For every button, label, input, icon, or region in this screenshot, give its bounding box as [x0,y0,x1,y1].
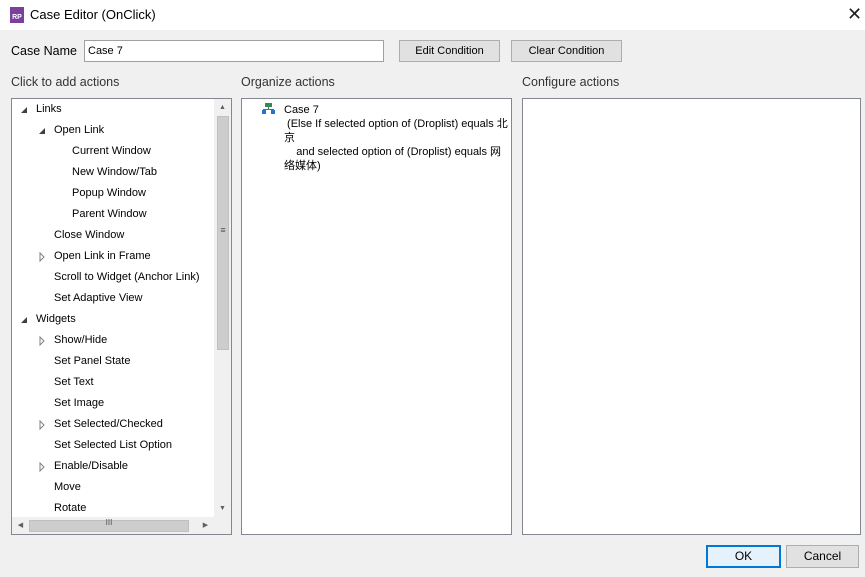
scroll-up-icon[interactable]: ▲ [214,99,231,116]
grip-icon: ≡ [220,225,226,235]
tree-label: Open Link in Frame [54,250,151,262]
tree-item-set-text[interactable]: Set Text [54,372,94,393]
expand-icon[interactable] [37,462,47,472]
clear-condition-button[interactable]: Clear Condition [511,40,622,62]
tree-item-set-panel-state[interactable]: Set Panel State [54,351,130,372]
organize-actions-heading: Organize actions [241,75,335,89]
tree-label: Set Selected/Checked [54,418,163,430]
expand-icon[interactable] [37,252,47,262]
configure-actions-heading: Configure actions [522,75,620,89]
collapse-icon[interactable] [19,105,29,115]
case-condition-line: and selected option of (Droplist) equals… [284,146,502,158]
case-condition-line: 络媒体) [284,160,321,172]
tree-item-set-adaptive-view[interactable]: Set Adaptive View [54,288,142,309]
close-icon[interactable]: ✕ [847,4,862,25]
grip-icon: III [105,518,113,527]
axure-app-icon: RP [10,7,24,23]
horizontal-scroll-thumb[interactable]: III [29,518,189,532]
ok-button[interactable]: OK [706,545,781,568]
actions-tree: Links Open Link Current Window New Windo… [12,99,214,517]
scroll-right-icon[interactable]: ▶ [197,517,214,534]
tree-group-widgets[interactable]: Widgets [12,309,212,330]
expand-icon[interactable] [37,420,47,430]
title-bar: RP Case Editor (OnClick) ✕ [0,0,865,30]
tree-group-set-selected-checked[interactable]: Set Selected/Checked [12,414,212,435]
tree-item-set-selected-list-option[interactable]: Set Selected List Option [54,435,172,456]
organize-actions-panel: Case 7 (Else If selected option of (Drop… [241,98,512,535]
cancel-button[interactable]: Cancel [786,545,859,568]
tree-item-close-window[interactable]: Close Window [54,225,124,246]
tree-label: Links [36,103,62,115]
collapse-icon[interactable] [19,315,29,325]
tree-item-popup-window[interactable]: Popup Window [72,183,146,204]
scroll-left-icon[interactable]: ◀ [12,517,29,534]
vertical-scrollbar[interactable]: ▲ ≡ ▼ [214,99,231,517]
tree-item-current-window[interactable]: Current Window [72,141,151,162]
case-condition-line: 京 [284,132,295,144]
tree-label: Enable/Disable [54,460,128,472]
case-name-input[interactable] [84,40,384,62]
tree-item-move[interactable]: Move [54,477,81,498]
vertical-scroll-thumb[interactable]: ≡ [217,116,229,350]
tree-item-set-image[interactable]: Set Image [54,393,104,414]
edit-condition-button[interactable]: Edit Condition [399,40,500,62]
configure-actions-panel [522,98,861,535]
case-name-label: Case Name [11,44,77,58]
tree-item-new-window-tab[interactable]: New Window/Tab [72,162,157,183]
tree-group-open-link-in-frame[interactable]: Open Link in Frame [12,246,212,267]
tree-item-scroll-to-widget[interactable]: Scroll to Widget (Anchor Link) [54,267,200,288]
case-title[interactable]: Case 7 [284,103,319,117]
tree-group-enable-disable[interactable]: Enable/Disable [12,456,212,477]
tree-group-links[interactable]: Links [12,99,212,120]
tree-group-show-hide[interactable]: Show/Hide [12,330,212,351]
horizontal-scrollbar[interactable]: ◀ III ▶ [12,517,231,534]
expand-icon[interactable] [37,336,47,346]
actions-tree-panel: Links Open Link Current Window New Windo… [11,98,232,535]
add-actions-heading: Click to add actions [11,75,120,89]
tree-item-parent-window[interactable]: Parent Window [72,204,147,225]
tree-label: Show/Hide [54,334,108,346]
collapse-icon[interactable] [37,126,47,136]
tree-item-rotate[interactable]: Rotate [54,498,86,517]
tree-label: Open Link [54,124,105,136]
scroll-down-icon[interactable]: ▼ [214,500,231,517]
case-icon [262,103,275,114]
window-title: Case Editor (OnClick) [30,7,156,22]
case-condition-line: (Else If selected option of (Droplist) e… [284,118,508,130]
tree-label: Widgets [36,313,76,325]
tree-group-open-link[interactable]: Open Link [12,120,212,141]
